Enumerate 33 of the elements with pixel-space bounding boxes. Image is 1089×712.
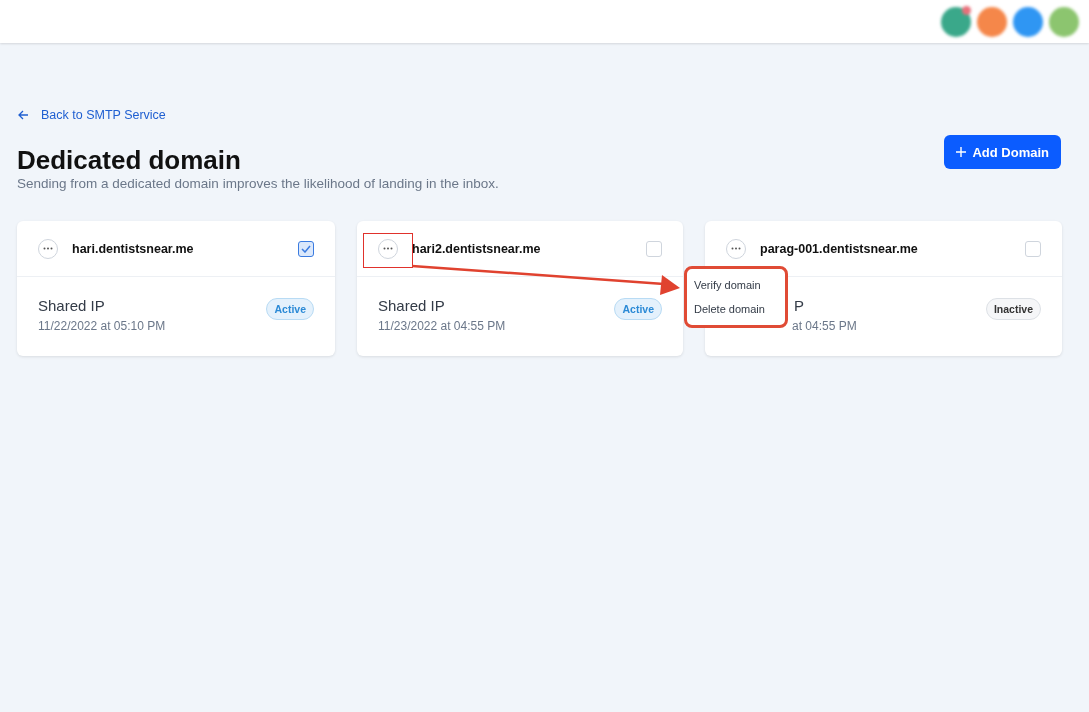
- status-badge: Inactive: [985, 298, 1041, 320]
- ip-type: Shared IP: [378, 297, 446, 314]
- add-domain-button[interactable]: Add Domain: [944, 135, 1061, 169]
- page-title: Dedicated domain: [17, 144, 242, 176]
- avatar[interactable]: [1049, 6, 1079, 37]
- ellipsis-icon: [731, 247, 741, 250]
- domain-name: parag-001.dentistsnear.me: [760, 241, 919, 256]
- menu-item[interactable]: Delete domain: [687, 297, 785, 321]
- arrow-left-icon: [18, 110, 29, 120]
- plus-icon: [956, 147, 967, 157]
- created-date: 11/23/2022 at 04:55 PM: [378, 319, 506, 333]
- created-date: 11/22/2022 at 05:10 PM: [38, 319, 166, 333]
- checkbox[interactable]: [298, 240, 314, 257]
- more-button[interactable]: [726, 238, 746, 259]
- avatar[interactable]: [977, 6, 1007, 37]
- created-date: at 04:55 PM: [792, 319, 857, 333]
- avatar[interactable]: [941, 6, 971, 37]
- avatar[interactable]: [1013, 6, 1043, 37]
- back-link[interactable]: Back to SMTP Service: [18, 108, 166, 122]
- ellipsis-icon: [43, 247, 53, 250]
- checkmark-icon: [301, 244, 311, 253]
- menu-item[interactable]: Verify domain: [687, 273, 785, 297]
- status-badge: Active: [266, 298, 314, 320]
- status-badge: Active: [614, 298, 662, 320]
- domain-name: hari.dentistsnear.me: [72, 241, 195, 256]
- ip-type: Shared IP: [38, 297, 106, 314]
- more-button[interactable]: [378, 238, 398, 259]
- more-button[interactable]: [38, 238, 58, 259]
- ip-type: P: [794, 297, 805, 314]
- notification-badge: [962, 5, 971, 15]
- page-subtitle: Sending from a dedicated domain improves the likelihood of landing in the inbox.: [17, 176, 499, 191]
- domain-name: hari2.dentistsnear.me: [412, 241, 542, 256]
- ellipsis-icon: [383, 247, 393, 250]
